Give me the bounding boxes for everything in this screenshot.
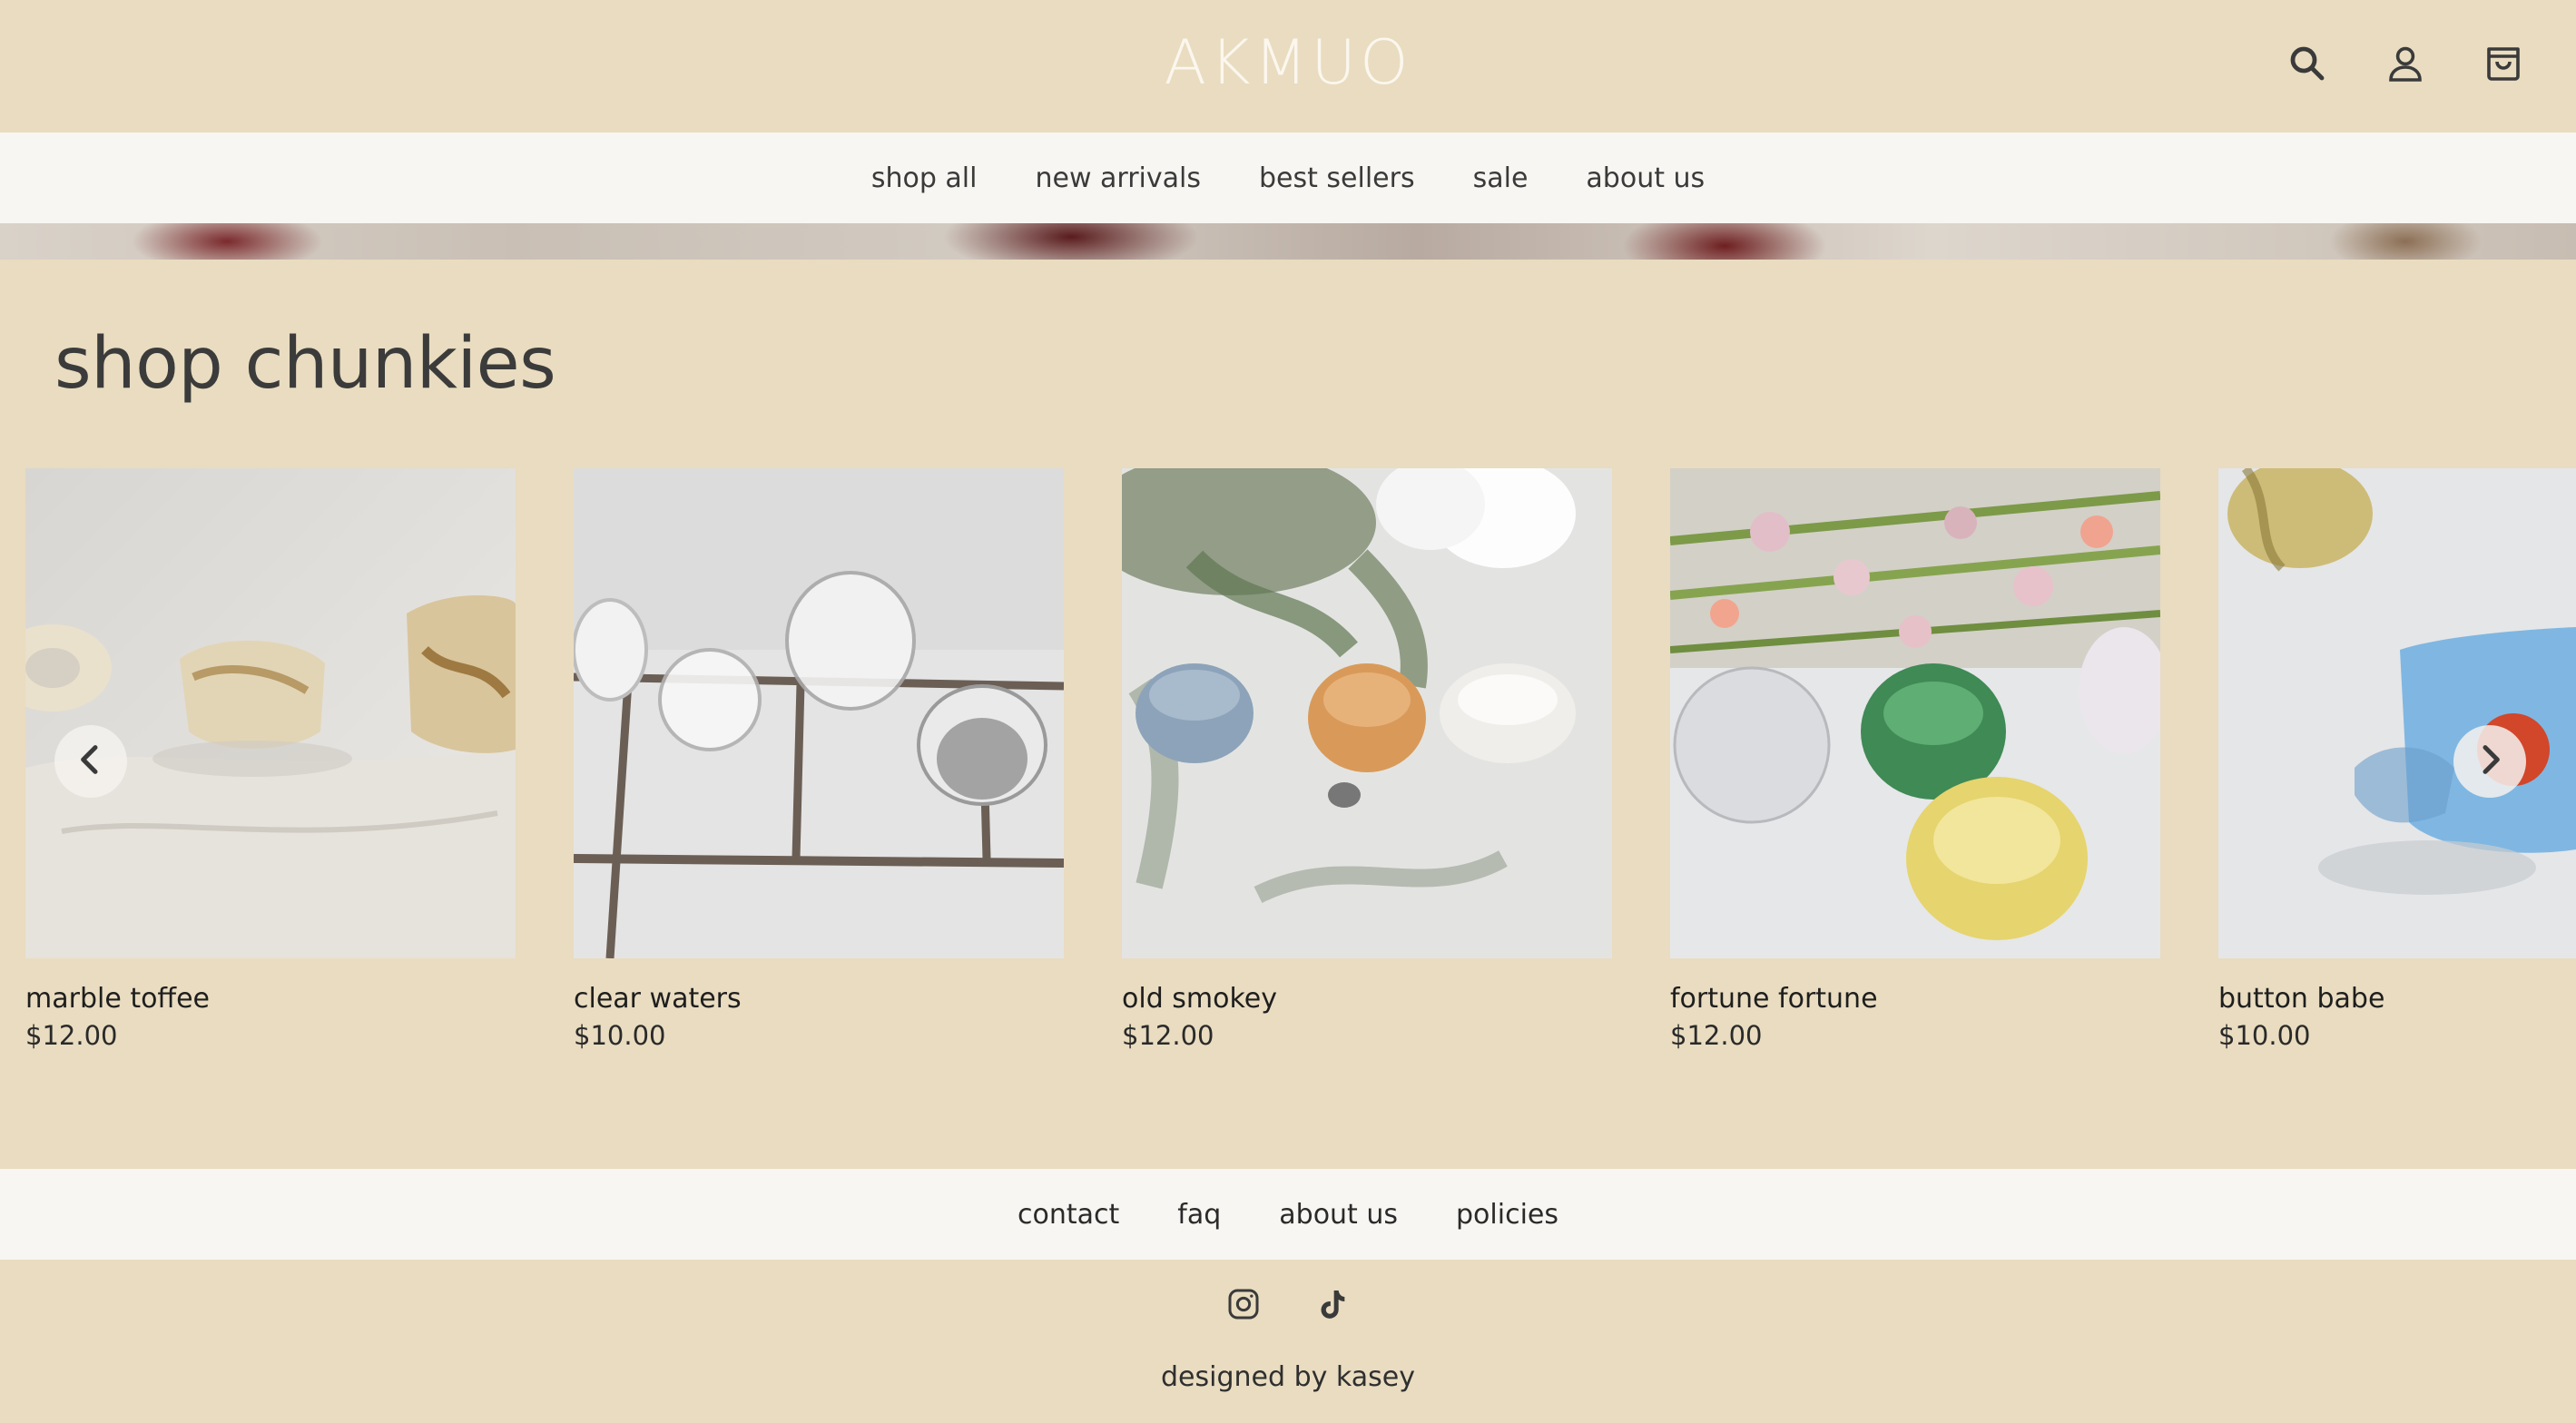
product-card-fortune-fortune[interactable]: fortune fortune $12.00 [1670, 468, 2160, 1051]
product-carousel: marble toffee $12.00 clear waters $10.00 [0, 468, 2576, 1067]
footer-nav: contact faq about us policies [0, 1169, 2576, 1260]
nav-item-new-arrivals[interactable]: new arrivals [1035, 162, 1201, 194]
product-card-clear-waters[interactable]: clear waters $10.00 [574, 468, 1064, 1051]
footer-credit: designed by kasey [1161, 1361, 1415, 1393]
product-image[interactable] [1122, 468, 1612, 958]
tiktok-icon [1314, 1286, 1351, 1326]
instagram-link[interactable] [1221, 1283, 1266, 1329]
product-price: $12.00 [1122, 1020, 1214, 1051]
account-icon [2384, 42, 2427, 89]
nav-item-sale[interactable]: sale [1473, 162, 1529, 194]
chevron-left-icon [73, 741, 109, 781]
product-name[interactable]: marble toffee [25, 983, 210, 1015]
tiktok-link[interactable] [1310, 1283, 1355, 1329]
product-price: $12.00 [1670, 1020, 1763, 1051]
product-image[interactable] [574, 468, 1064, 958]
carousel-prev-button[interactable] [54, 725, 127, 798]
footer-link-contact[interactable]: contact [1018, 1199, 1119, 1231]
product-card-marble-toffee[interactable]: marble toffee $12.00 [25, 468, 516, 1051]
product-name[interactable]: clear waters [574, 983, 742, 1015]
nav-item-shop-all[interactable]: shop all [871, 162, 978, 194]
product-price: $12.00 [25, 1020, 118, 1051]
product-image[interactable] [1670, 468, 2160, 958]
instagram-icon [1225, 1286, 1262, 1326]
footer-link-faq[interactable]: faq [1177, 1199, 1221, 1231]
brand-logo[interactable]: AKMUO [0, 27, 2576, 99]
cart-icon [2482, 42, 2525, 89]
product-price: $10.00 [574, 1020, 666, 1051]
cart-button[interactable] [2474, 36, 2532, 94]
nav-item-best-sellers[interactable]: best sellers [1259, 162, 1415, 194]
nav-item-about-us[interactable]: about us [1586, 162, 1705, 194]
main-nav: shop all new arrivals best sellers sale … [0, 132, 2576, 223]
site-header: AKMUO [0, 0, 2576, 132]
product-card-old-smokey[interactable]: old smokey $12.00 [1122, 468, 1612, 1051]
footer-link-policies[interactable]: policies [1456, 1199, 1558, 1231]
product-image[interactable] [2218, 468, 2576, 958]
carousel-next-button[interactable] [2453, 725, 2526, 798]
footer-link-about-us[interactable]: about us [1279, 1199, 1398, 1231]
product-name[interactable]: button babe [2218, 983, 2384, 1015]
social-links [0, 1283, 2576, 1338]
product-name[interactable]: old smokey [1122, 983, 1277, 1015]
product-name[interactable]: fortune fortune [1670, 983, 1878, 1015]
account-button[interactable] [2376, 36, 2434, 94]
chevron-right-icon [2472, 741, 2508, 781]
search-button[interactable] [2278, 36, 2336, 94]
product-image[interactable] [25, 468, 516, 958]
product-price: $10.00 [2218, 1020, 2311, 1051]
section-title: shop chunkies [54, 323, 556, 405]
product-card-button-babe[interactable]: button babe $10.00 [2218, 468, 2576, 1051]
hero-banner-image [0, 223, 2576, 260]
search-icon [2286, 42, 2329, 89]
